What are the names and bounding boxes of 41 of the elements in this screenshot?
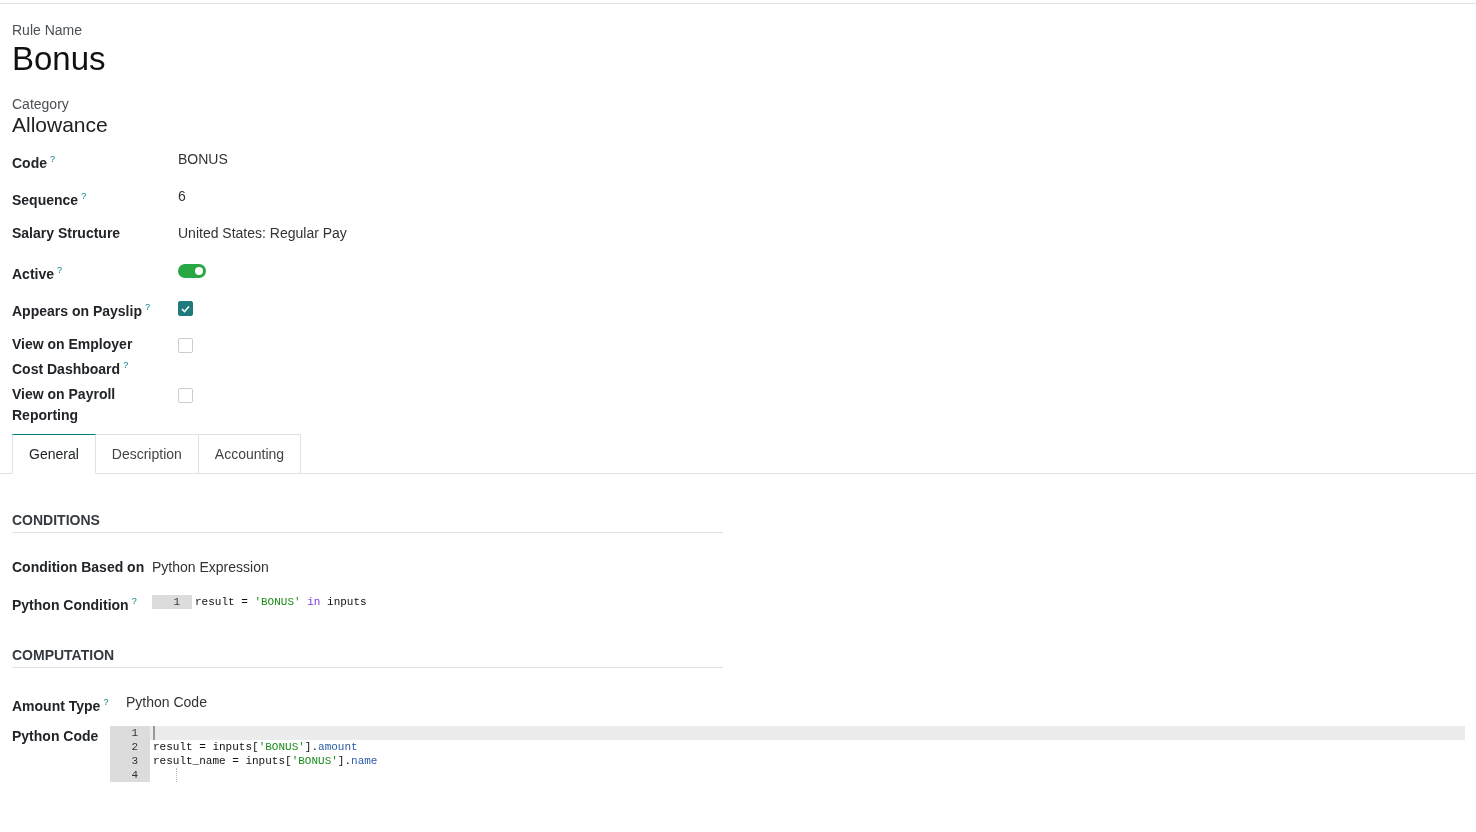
help-icon[interactable]: ? xyxy=(103,697,109,707)
field-value: United States: Regular Pay xyxy=(178,224,347,243)
field-value: 6 xyxy=(178,187,186,206)
field-label: View on Employer Cost Dashboard $^{?}$ xyxy=(12,335,134,379)
field-label: Sequence $^{?}$ xyxy=(12,190,87,210)
help-icon[interactable]: ? xyxy=(57,265,63,275)
category-value: Allowance xyxy=(12,113,108,137)
field-label: Appears on Payslip $^{?}$ xyxy=(12,301,150,321)
line-number: 4 xyxy=(110,768,150,782)
field-value: Python Code xyxy=(126,693,207,712)
section-title: CONDITIONS xyxy=(12,512,723,533)
toggle-switch[interactable] xyxy=(178,264,206,278)
help-icon[interactable]: ? xyxy=(144,302,150,312)
line-number: 3 xyxy=(110,754,150,768)
help-icon[interactable]: ? xyxy=(50,154,55,164)
tab[interactable]: Description xyxy=(95,434,199,474)
field-label: Salary Structure xyxy=(12,224,121,243)
field-label: Code $^{?}$ xyxy=(12,153,55,173)
field-label: Python Condition $^{?}$ xyxy=(12,595,137,615)
tab[interactable]: Accounting xyxy=(198,434,302,474)
help-icon[interactable]: ? xyxy=(123,360,129,370)
field-label: Amount Type $^{?}$ xyxy=(12,696,109,716)
field-label: Category xyxy=(12,96,69,112)
rule-name-value: Bonus xyxy=(12,40,106,78)
field-label: Python Code xyxy=(12,727,99,746)
field-label: Active $^{?}$ xyxy=(12,264,63,284)
line-number: 2 xyxy=(110,740,150,754)
help-icon[interactable]: ? xyxy=(81,191,87,201)
field-value: BONUS xyxy=(178,150,228,169)
field-label: View on Payroll Reporting xyxy=(12,385,117,425)
active-line-highlight[interactable] xyxy=(150,726,1465,740)
section-title: COMPUTATION xyxy=(12,647,723,668)
field-value: Python Expression xyxy=(152,558,269,577)
field-label: Rule Name xyxy=(12,22,83,38)
line-number: 1 xyxy=(152,595,192,609)
checkbox[interactable] xyxy=(178,301,193,316)
line-number: 1 xyxy=(110,726,150,740)
tab[interactable]: General xyxy=(12,434,96,474)
field-label: Condition Based on xyxy=(12,558,145,577)
help-icon[interactable]: ? xyxy=(131,596,137,606)
check-icon xyxy=(181,304,190,313)
